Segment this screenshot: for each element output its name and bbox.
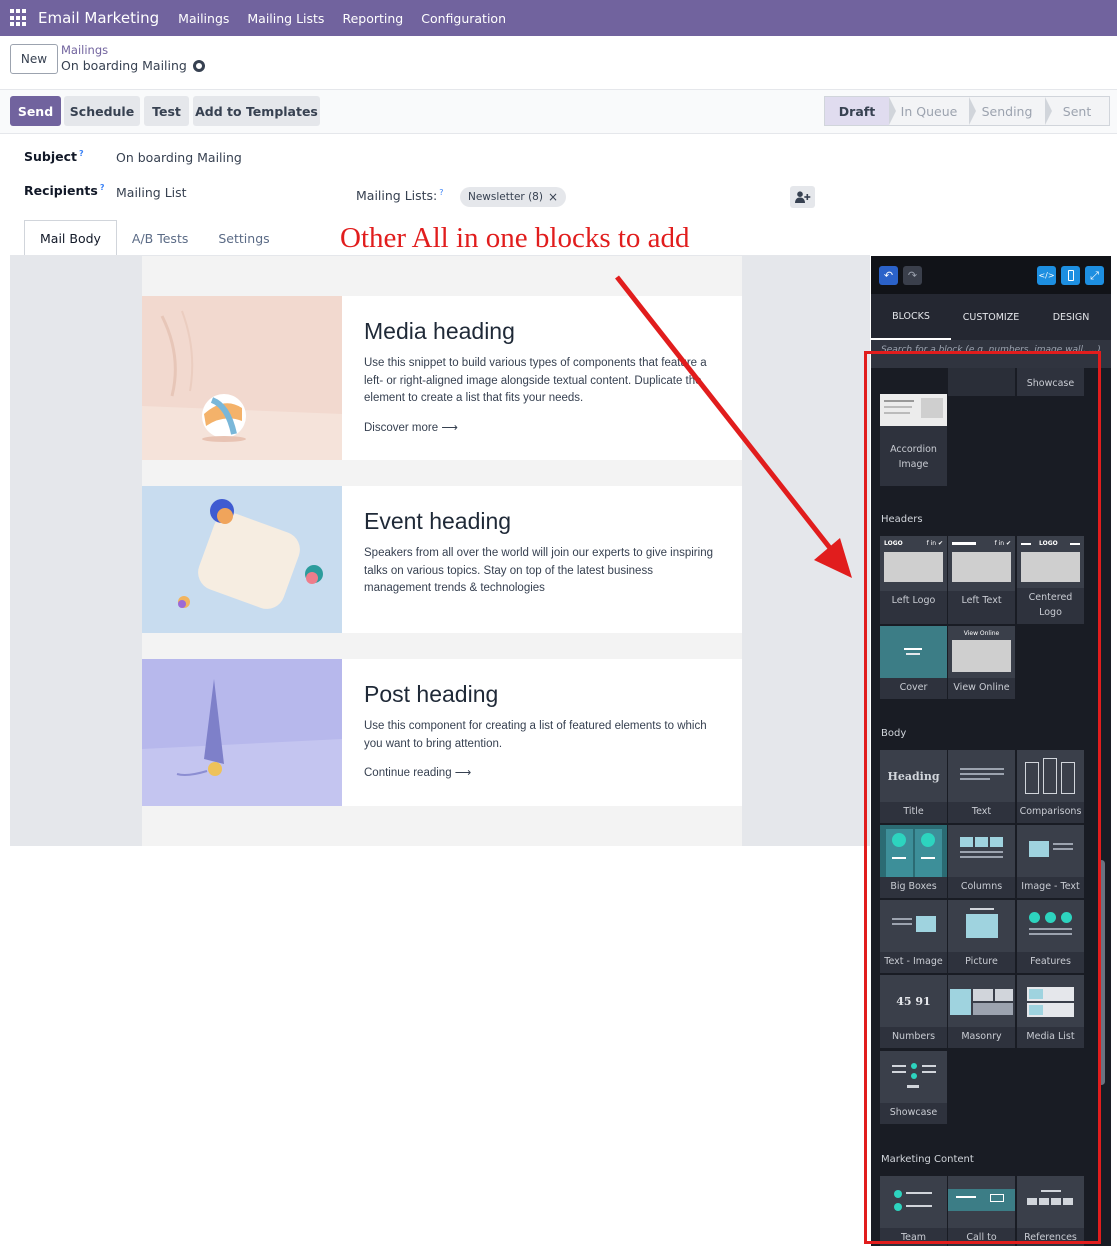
annotation-arrow (615, 275, 852, 578)
